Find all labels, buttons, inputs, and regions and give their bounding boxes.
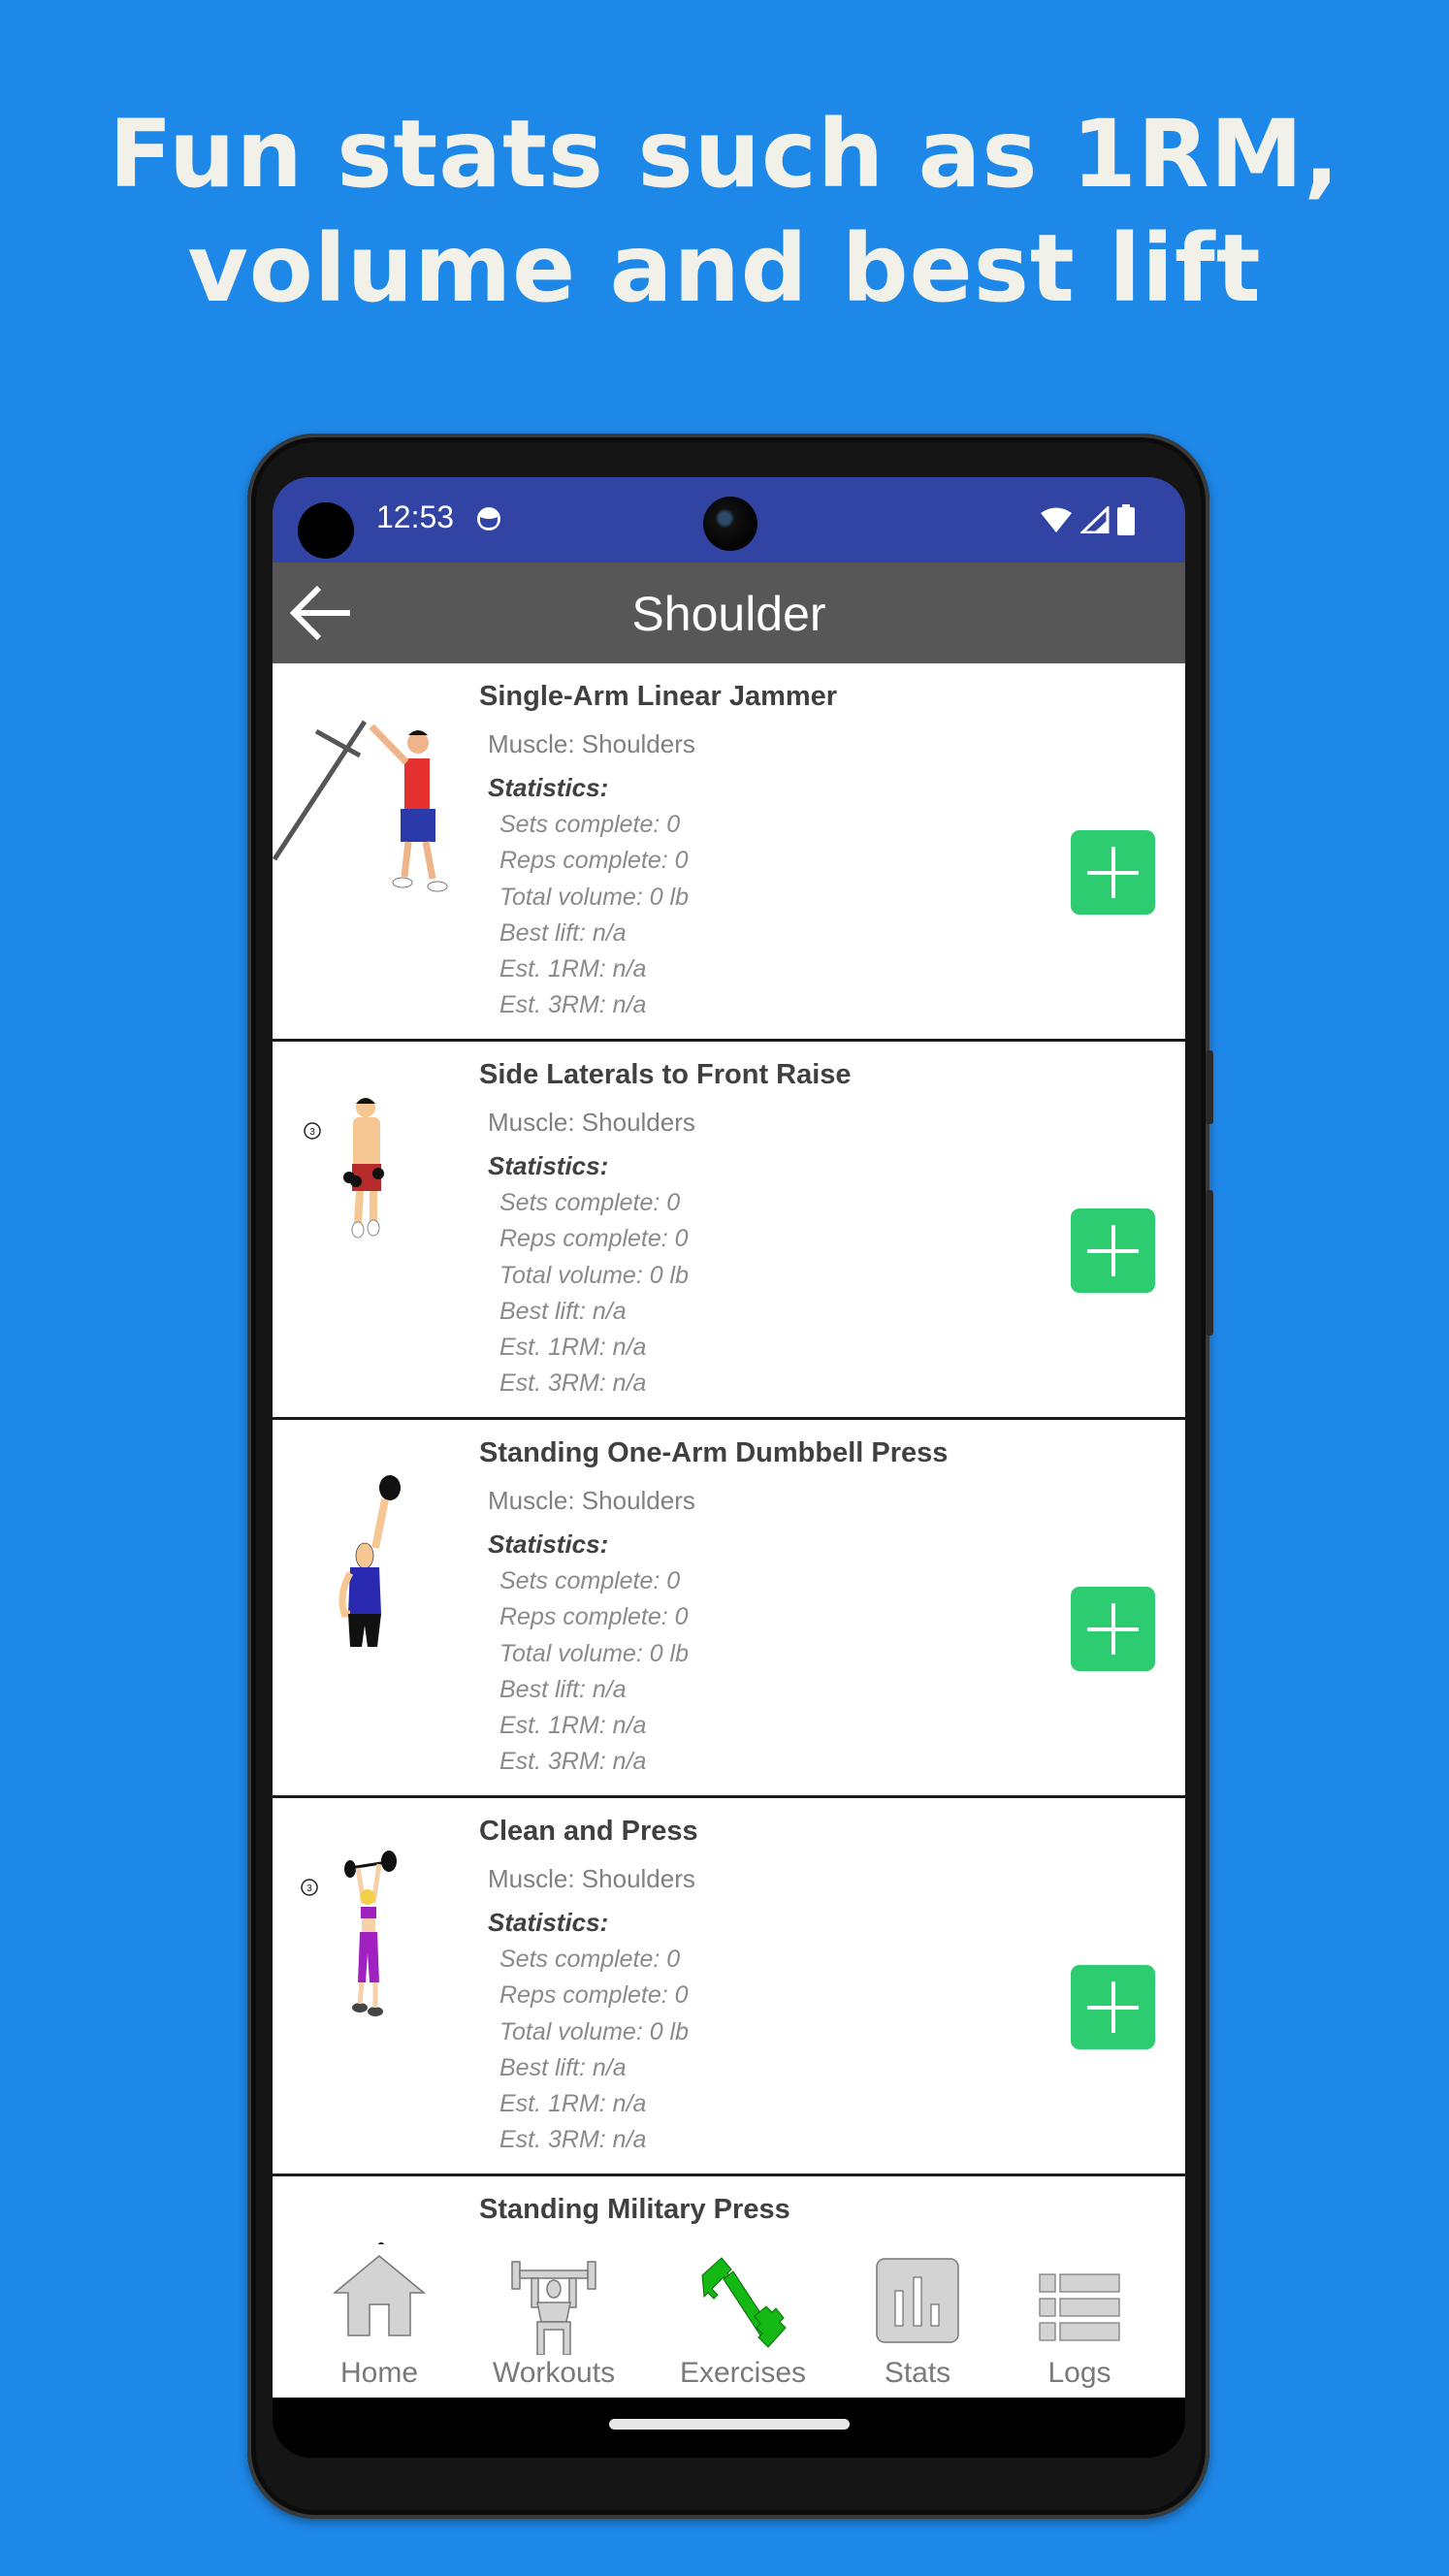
clean-and-press-illustration: 3	[301, 1851, 397, 2016]
stat-est-1rm: Est. 1RM: n/a	[499, 1334, 647, 1362]
phone-screen: 12:53 Shoulder Single-Arm Linear Jammer …	[273, 477, 1185, 2458]
stat-best-lift: Best lift: n/a	[499, 918, 627, 947]
exercise-row[interactable]: 3 Clean and Press Muscle: Shoulders Stat…	[273, 1798, 1185, 2176]
exercise-row[interactable]: Standing One-Arm Dumbbell Press Muscle: …	[273, 1420, 1185, 1798]
add-exercise-button[interactable]	[1071, 1965, 1155, 2049]
bottom-navigation: Home Workouts Exercises Stats Logs	[273, 2244, 1185, 2398]
stat-sets-complete: Sets complete: 0	[499, 1189, 681, 1216]
page-title: Shoulder	[631, 587, 826, 641]
statistics-heading: Statistics:	[488, 1151, 609, 1180]
stat-best-lift: Best lift: n/a	[499, 1675, 627, 1703]
stat-best-lift: Best lift: n/a	[499, 2053, 627, 2081]
nav-item-stats[interactable]: Stats	[840, 2244, 995, 2398]
exercise-name: Single-Arm Linear Jammer	[479, 681, 838, 712]
headline-line-2: volume and best lift	[187, 214, 1262, 323]
one-arm-press-illustration	[338, 1475, 401, 1647]
battery-icon	[1117, 504, 1135, 535]
cellular-signal-icon	[1080, 506, 1110, 533]
statistics-list: Sets complete: 0 Reps complete: 0 Total …	[499, 807, 689, 1024]
landmine-press-illustration	[273, 720, 448, 892]
exercise-name: Standing One-Arm Dumbbell Press	[479, 1437, 949, 1468]
exercise-list[interactable]: Single-Arm Linear Jammer Muscle: Shoulde…	[273, 663, 1185, 2380]
nav-label: Exercises	[679, 2357, 807, 2389]
stat-reps-complete: Reps complete: 0	[499, 1981, 689, 2010]
nav-label: Stats	[884, 2357, 951, 2389]
promo-headline: Fun stats such as 1RM, volume and best l…	[0, 97, 1449, 326]
stat-total-volume: Total volume: 0 lb	[499, 2017, 690, 2045]
system-navigation-bar	[273, 2398, 1185, 2458]
status-time: 12:53	[376, 499, 455, 534]
stat-sets-complete: Sets complete: 0	[499, 1567, 681, 1594]
stat-est-3rm: Est. 3RM: n/a	[499, 1748, 647, 1776]
statistics-list: Sets complete: 0 Reps complete: 0 Total …	[499, 1942, 689, 2159]
stat-est-3rm: Est. 3RM: n/a	[499, 2126, 647, 2154]
nav-label: Workouts	[492, 2357, 616, 2389]
stat-reps-complete: Reps complete: 0	[499, 847, 689, 875]
stat-est-1rm: Est. 1RM: n/a	[499, 1712, 647, 1740]
exercise-row[interactable]: Single-Arm Linear Jammer Muscle: Shoulde…	[273, 663, 1185, 1042]
stat-est-3rm: Est. 3RM: n/a	[499, 1369, 647, 1398]
wifi-icon	[1041, 507, 1072, 532]
step-badge: 3	[309, 1127, 315, 1138]
bar-chart-icon	[876, 2258, 959, 2343]
stat-reps-complete: Reps complete: 0	[499, 1225, 689, 1253]
stat-est-1rm: Est. 1RM: n/a	[499, 955, 647, 983]
exercise-name: Clean and Press	[479, 1816, 698, 1847]
status-icons	[1040, 504, 1135, 535]
statistics-heading: Statistics:	[488, 1530, 609, 1559]
exercise-muscle: Muscle: Shoulders	[488, 729, 695, 758]
nav-label: Home	[339, 2357, 419, 2389]
exercise-name: Side Laterals to Front Raise	[479, 1059, 852, 1090]
stat-sets-complete: Sets complete: 0	[499, 811, 681, 838]
power-button	[1206, 1190, 1213, 1336]
add-exercise-button[interactable]	[1071, 1208, 1155, 1293]
nav-item-logs[interactable]: Logs	[1002, 2244, 1157, 2398]
statistics-heading: Statistics:	[488, 773, 609, 802]
stat-total-volume: Total volume: 0 lb	[499, 883, 690, 911]
stat-total-volume: Total volume: 0 lb	[499, 1639, 690, 1667]
volume-button	[1206, 1050, 1213, 1124]
home-gesture-handle[interactable]	[609, 2419, 850, 2430]
home-icon	[333, 2255, 426, 2336]
status-bar: 12:53	[273, 477, 1185, 563]
dumbbell-icon	[701, 2257, 787, 2348]
step-badge: 3	[306, 1884, 312, 1894]
statistics-list: Sets complete: 0 Reps complete: 0 Total …	[499, 1185, 689, 1402]
nav-label: Logs	[1047, 2357, 1111, 2389]
exercise-muscle: Muscle: Shoulders	[488, 1864, 695, 1893]
headline-line-1: Fun stats such as 1RM,	[109, 100, 1340, 209]
sensor-cutout	[298, 502, 354, 559]
stat-est-1rm: Est. 1RM: n/a	[499, 2090, 647, 2118]
stat-sets-complete: Sets complete: 0	[499, 1946, 681, 1973]
stat-reps-complete: Reps complete: 0	[499, 1603, 689, 1631]
statistics-heading: Statistics:	[488, 1908, 609, 1937]
app-notification-icon	[477, 507, 500, 531]
nav-item-workouts[interactable]: Workouts	[476, 2244, 631, 2398]
front-camera	[703, 497, 757, 551]
stat-best-lift: Best lift: n/a	[499, 1297, 627, 1325]
app-bar: Shoulder	[273, 563, 1185, 663]
add-exercise-button[interactable]	[1071, 1587, 1155, 1671]
add-exercise-button[interactable]	[1071, 830, 1155, 915]
list-icon	[1039, 2273, 1120, 2341]
statistics-list: Sets complete: 0 Reps complete: 0 Total …	[499, 1563, 689, 1781]
weightlifter-icon	[511, 2261, 596, 2355]
exercise-row[interactable]: 3 Side Laterals to Front Raise Muscle: S…	[273, 1042, 1185, 1420]
stat-total-volume: Total volume: 0 lb	[499, 1261, 690, 1289]
nav-item-exercises[interactable]: Exercises	[665, 2244, 821, 2398]
exercise-muscle: Muscle: Shoulders	[488, 1108, 695, 1137]
dumbbell-raise-illustration: 3	[304, 1098, 384, 1239]
nav-item-home[interactable]: Home	[302, 2244, 457, 2398]
stat-est-3rm: Est. 3RM: n/a	[499, 991, 647, 1019]
exercise-name: Standing Military Press	[479, 2194, 790, 2225]
exercise-muscle: Muscle: Shoulders	[488, 1486, 695, 1515]
